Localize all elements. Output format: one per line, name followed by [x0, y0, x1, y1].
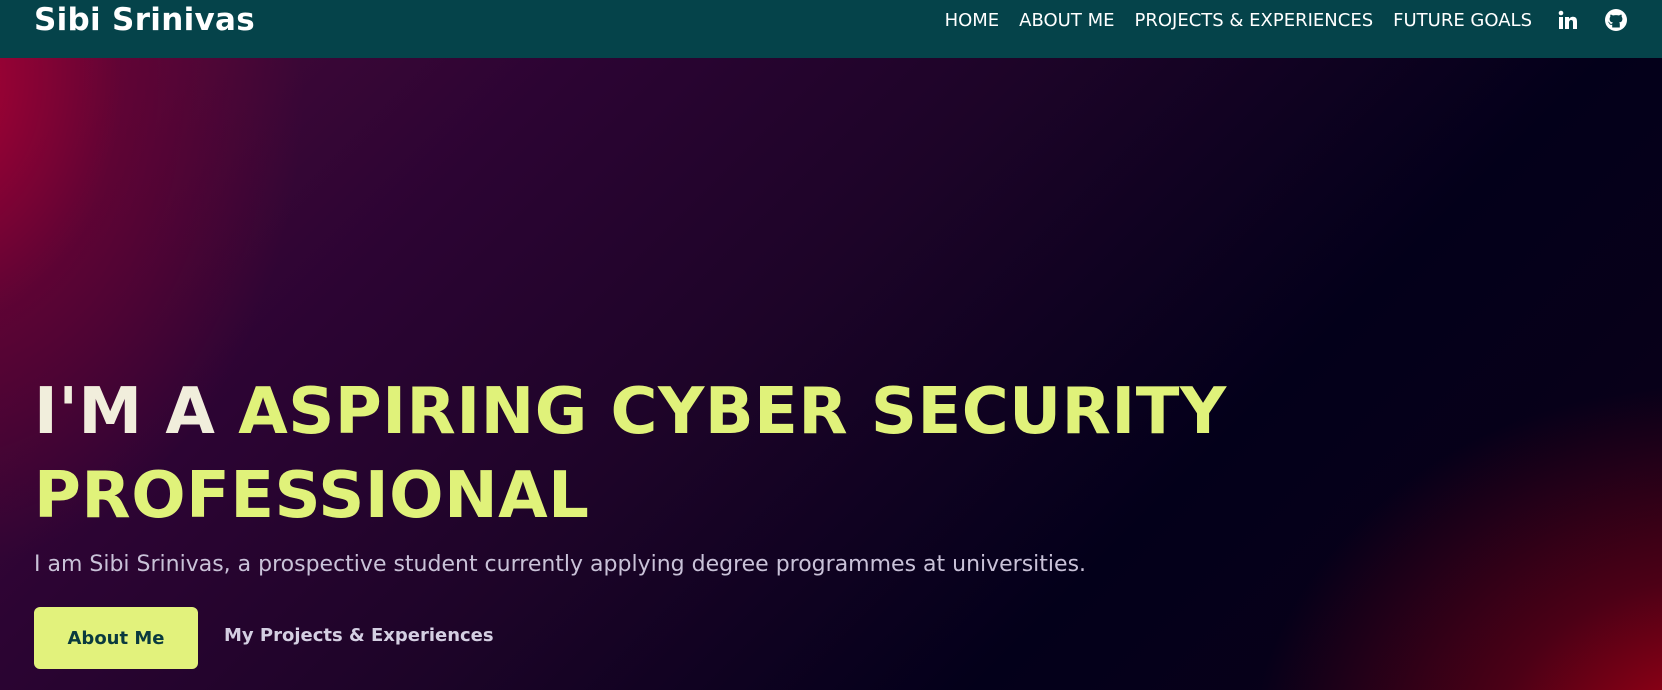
- nav-link-about-me[interactable]: ABOUT ME: [1019, 10, 1114, 31]
- headline-accent-line-2: PROFESSIONAL: [34, 459, 590, 533]
- about-me-button[interactable]: About Me: [34, 607, 198, 669]
- linkedin-icon[interactable]: [1556, 8, 1580, 32]
- cta-row: About Me My Projects & Experiences: [34, 607, 1334, 669]
- site-brand[interactable]: Sibi Srinivas: [34, 4, 255, 36]
- nav-link-projects-experiences[interactable]: PROJECTS & EXPERIENCES: [1134, 10, 1373, 31]
- top-navbar: Sibi Srinivas HOME ABOUT ME PROJECTS & E…: [0, 0, 1662, 58]
- projects-experiences-link[interactable]: My Projects & Experiences: [224, 625, 494, 646]
- hero-content: I'M A ASPIRING CYBER SECURITY PROFESSION…: [34, 370, 1334, 669]
- headline-accent-line-1: ASPIRING CYBER SECURITY: [238, 375, 1227, 449]
- hero-headline: I'M A ASPIRING CYBER SECURITY PROFESSION…: [34, 370, 1334, 538]
- headline-lead: I'M A: [34, 375, 239, 449]
- hero-subtitle: I am Sibi Srinivas, a prospective studen…: [34, 552, 1087, 577]
- hero-section: I'M A ASPIRING CYBER SECURITY PROFESSION…: [0, 58, 1662, 690]
- nav-link-home[interactable]: HOME: [945, 10, 1000, 31]
- nav-links: HOME ABOUT ME PROJECTS & EXPERIENCES FUT…: [925, 8, 1628, 32]
- nav-link-future-goals[interactable]: FUTURE GOALS: [1393, 10, 1532, 31]
- github-icon[interactable]: [1604, 8, 1628, 32]
